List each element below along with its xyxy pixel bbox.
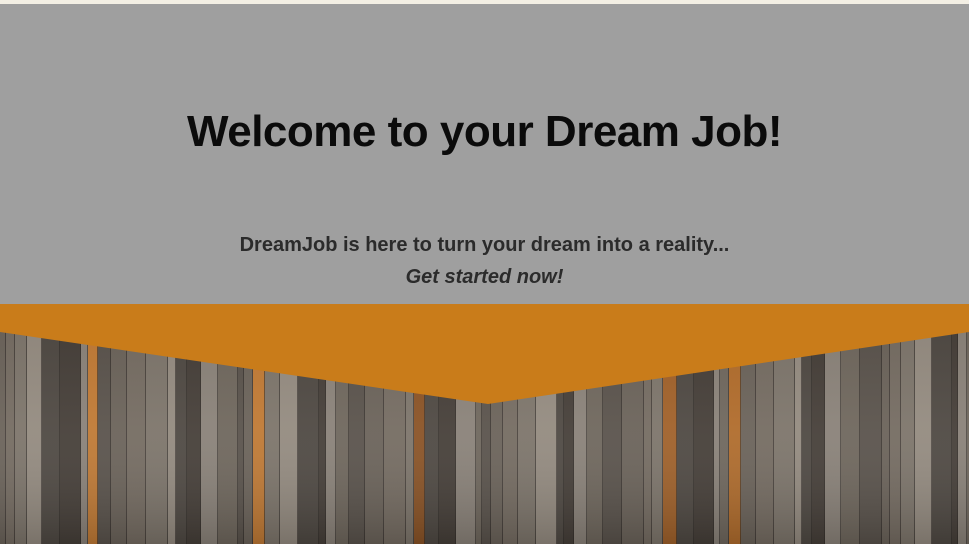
landing-page: Welcome to your Dream Job! DreamJob is h… bbox=[0, 0, 969, 544]
hero-subtitle: DreamJob is here to turn your dream into… bbox=[239, 234, 730, 256]
hero-section: Welcome to your Dream Job! DreamJob is h… bbox=[0, 4, 969, 304]
hero-call-to-action[interactable]: Get started now! bbox=[0, 266, 969, 289]
wood-fence-background bbox=[0, 304, 969, 544]
hero-title: Welcome to your Dream Job! bbox=[187, 107, 783, 156]
